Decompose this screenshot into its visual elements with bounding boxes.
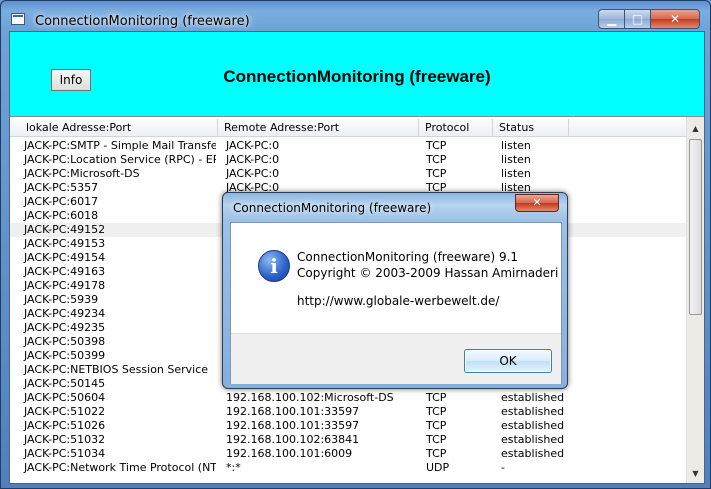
local-address-cell: JACK-PC:49154 [24, 251, 106, 264]
local-address-cell: JACK-PC:Microsoft-DS [24, 167, 140, 180]
table-row[interactable]: JACK-PC:Network Time Protocol (NTP) *:* UD… [10, 461, 686, 475]
local-address-cell: JACK-PC:49235 [24, 321, 106, 334]
remote-address-cell: JACK-PC:0 [226, 167, 280, 180]
local-address-cell: JACK-PC:6018 [24, 209, 99, 222]
remote-address-cell: 192.168.100.102:Microsoft-DS [226, 391, 394, 404]
close-button[interactable]: ✕ [650, 9, 700, 29]
dialog-version-text: ConnectionMonitoring (freeware) 9.1 [297, 250, 519, 264]
vertical-scrollbar[interactable]: ▲ ▼ [686, 117, 704, 483]
status-cell: listen [501, 153, 531, 166]
table-row[interactable]: JACK-PC:51032 192.168.100.102:63841 TCP est… [10, 433, 686, 447]
protocol-cell: TCP [426, 167, 447, 180]
table-row[interactable]: JACK-PC:51022 192.168.100.101:33597 TCP est… [10, 405, 686, 419]
local-address-cell: JACK-PC:50398 [24, 335, 106, 348]
remote-address-cell: *:* [226, 461, 241, 474]
protocol-cell: TCP [426, 391, 447, 404]
table-row[interactable]: JACK-PC:Microsoft-DS JACK-PC:0 TCP listen [10, 167, 686, 181]
local-address-cell: JACK-PC:50399 [24, 349, 106, 362]
local-address-cell: JACK-PC:50604 [24, 391, 106, 404]
table-row[interactable]: JACK-PC:50604 192.168.100.102:Microsoft-D… [10, 391, 686, 405]
column-header-local[interactable]: lokale Adresse:Port [20, 119, 218, 136]
local-address-cell: JACK-PC:49178 [24, 279, 106, 292]
scroll-up-arrow-icon[interactable]: ▲ [687, 120, 704, 137]
local-address-cell: JACK-PC:51034 [24, 447, 106, 460]
scrollbar-thumb[interactable] [689, 139, 702, 315]
protocol-cell: UDP [426, 461, 450, 474]
dialog-footer: OK [231, 333, 561, 384]
table-row[interactable]: JACK-PC:51026 192.168.100.101:33597 TCP est… [10, 419, 686, 433]
local-address-cell: JACK-PC:SMTP - Simple Mail Transfer ... [24, 139, 216, 152]
local-address-cell: JACK-PC:Location Service (RPC) - EP... [24, 153, 216, 166]
local-address-cell: JACK-PC:Network Time Protocol (NTP) [24, 461, 216, 474]
scroll-down-arrow-icon[interactable]: ▼ [687, 465, 704, 482]
window-title: ConnectionMonitoring (freeware) [35, 14, 250, 29]
local-address-cell: JACK-PC:5939 [24, 293, 99, 306]
status-cell: listen [501, 139, 531, 152]
protocol-cell: TCP [426, 419, 447, 432]
local-address-cell: JACK-PC:50145 [24, 377, 106, 390]
column-header-protocol[interactable]: Protocol [419, 119, 493, 136]
status-cell: established [501, 433, 565, 446]
table-row[interactable]: JACK-PC:Location Service (RPC) - EP... JA… [10, 153, 686, 167]
title-bar[interactable]: ConnectionMonitoring (freeware) ▁ □ ✕ [1, 1, 710, 33]
local-address-cell: JACK-PC:6017 [24, 195, 99, 208]
protocol-cell: TCP [426, 405, 447, 418]
minimize-button[interactable]: ▁ [598, 9, 625, 29]
table-row[interactable]: JACK-PC:SMTP - Simple Mail Transfer ... J… [10, 139, 686, 153]
protocol-cell: TCP [426, 433, 447, 446]
status-cell: listen [501, 167, 531, 180]
local-address-cell: JACK-PC:51032 [24, 433, 106, 446]
remote-address-cell: 192.168.100.101:33597 [226, 419, 360, 432]
app-icon[interactable] [11, 13, 25, 25]
table-row[interactable]: JACK-PC:51034 192.168.100.101:6009 TCP esta… [10, 447, 686, 461]
column-header-remote[interactable]: Remote Adresse:Port [218, 119, 419, 136]
dialog-copyright-text: Copyright © 2003-2009 Hassan Amirnaderi [297, 266, 559, 280]
protocol-cell: TCP [426, 139, 447, 152]
status-cell: established [501, 419, 565, 432]
dialog-title: ConnectionMonitoring (freeware) [233, 201, 432, 215]
dialog-body: i ConnectionMonitoring (freeware) 9.1 Co… [230, 222, 562, 384]
local-address-cell: JACK-PC:49152 [24, 223, 106, 236]
maximize-button[interactable]: □ [624, 9, 651, 29]
remote-address-cell: 192.168.100.101:33597 [226, 405, 360, 418]
protocol-cell: TCP [426, 153, 447, 166]
info-icon: i [258, 250, 290, 282]
local-address-cell: JACK-PC:49234 [24, 307, 106, 320]
protocol-cell: TCP [426, 447, 447, 460]
local-address-cell: JACK-PC:NETBIOS Session Service [24, 363, 209, 376]
list-header: lokale Adresse:Port Remote Adresse:Port … [10, 119, 686, 137]
status-cell: established [501, 405, 565, 418]
status-cell: - [501, 461, 505, 474]
dialog-close-button[interactable]: ✕ [515, 194, 559, 212]
status-cell: established [501, 447, 565, 460]
banner-title: ConnectionMonitoring (freeware) [223, 67, 491, 86]
remote-address-cell: 192.168.100.102:63841 [226, 433, 360, 446]
ok-button[interactable]: OK [464, 349, 552, 373]
dialog-url-text: http://www.globale-werbewelt.de/ [297, 294, 500, 308]
remote-address-cell: JACK-PC:0 [226, 139, 280, 152]
local-address-cell: JACK-PC:51026 [24, 419, 106, 432]
remote-address-cell: 192.168.100.101:6009 [226, 447, 353, 460]
header-banner: Info ConnectionMonitoring (freeware) [10, 32, 704, 116]
status-cell: established [501, 391, 565, 404]
column-header-status[interactable]: Status [493, 119, 569, 136]
local-address-cell: JACK-PC:51022 [24, 405, 106, 418]
about-dialog: ConnectionMonitoring (freeware) ✕ i Conn… [222, 192, 568, 389]
local-address-cell: JACK-PC:49153 [24, 237, 106, 250]
local-address-cell: JACK-PC:49163 [24, 265, 106, 278]
remote-address-cell: JACK-PC:0 [226, 153, 280, 166]
local-address-cell: JACK-PC:5357 [24, 181, 99, 194]
